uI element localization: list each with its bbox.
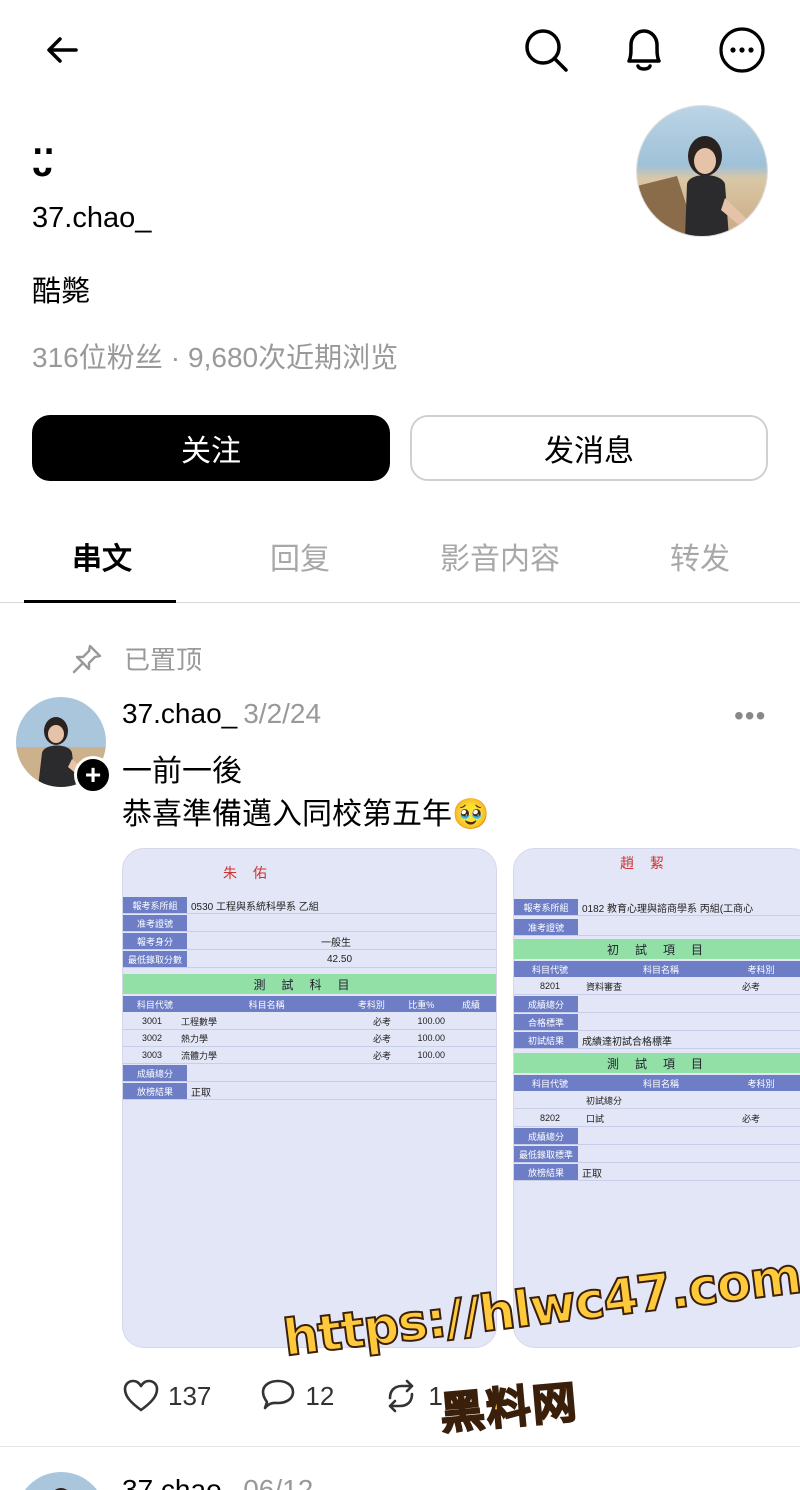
profile-username: 37.chao_ bbox=[32, 202, 152, 234]
doc-row: 報考系所組 0182 教育心理與諮商學系 丙組(工商心 bbox=[514, 899, 800, 916]
post-text-line: 一前一後 bbox=[122, 755, 242, 788]
tab-replies[interactable]: 回复 bbox=[270, 534, 330, 578]
doc-row: 最低錄取分數 42.50 bbox=[123, 951, 496, 968]
doc-subject-row: 8201 資料審查 必考 bbox=[514, 978, 800, 995]
doc-row: 成績總分 bbox=[514, 996, 800, 1013]
doc-row: 初試結果 成績達初試合格標準 bbox=[514, 1032, 800, 1049]
tab-media[interactable]: 影音内容 bbox=[440, 534, 560, 578]
doc-subject-row: 3002 熱力學 必考 100.00 bbox=[123, 1030, 496, 1047]
active-tab-indicator bbox=[24, 600, 176, 603]
more-options-icon[interactable] bbox=[716, 24, 768, 76]
doc-student-name: 朱 佑 bbox=[223, 865, 273, 881]
message-button[interactable]: 发消息 bbox=[410, 415, 768, 481]
followers-count[interactable]: 316位粉丝 bbox=[32, 342, 163, 373]
pinned-indicator: 已置顶 bbox=[70, 640, 202, 677]
like-button[interactable]: 137 bbox=[122, 1378, 211, 1414]
doc-column-headers: 科目代號 科目名稱 考科別 bbox=[514, 961, 800, 977]
post-header: 37.chao_ 3/2/24 bbox=[122, 698, 321, 730]
profile-stats: 316位粉丝 · 9,680次近期浏览 bbox=[32, 336, 398, 376]
post-avatar[interactable] bbox=[16, 1472, 106, 1490]
post-image-1[interactable]: 朱 佑 報考系所組 0530 工程與系統科學系 乙組 准考證號 報考身分 一般生 最… bbox=[122, 848, 497, 1348]
watermark: https://hlwc47.com 黑料网 bbox=[279, 1246, 800, 1442]
profile-avatar[interactable] bbox=[636, 105, 768, 237]
tab-threads[interactable]: 串文 bbox=[72, 534, 132, 578]
doc-section-bar: 測試科目 bbox=[123, 974, 496, 994]
post-username[interactable]: 37.chao_ bbox=[122, 698, 237, 729]
doc-row: 放榜結果 正取 bbox=[514, 1164, 800, 1181]
doc-row: 報考系所組 0530 工程與系統科學系 乙組 bbox=[123, 897, 496, 914]
back-icon[interactable] bbox=[36, 24, 88, 76]
tab-reposts[interactable]: 转发 bbox=[670, 534, 730, 578]
doc-subject-row: 3001 工程數學 必考 100.00 bbox=[123, 1013, 496, 1030]
follow-plus-icon[interactable]: + bbox=[74, 756, 112, 794]
search-icon[interactable] bbox=[520, 24, 572, 76]
doc-section-bar: 測試項目 bbox=[514, 1053, 800, 1073]
doc-row: 放榜結果 正取 bbox=[123, 1083, 496, 1100]
doc-row: 准考證號 bbox=[123, 915, 496, 932]
doc-row: 報考身分 一般生 bbox=[123, 933, 496, 950]
doc-subject-row: 3003 流體力學 必考 100.00 bbox=[123, 1047, 496, 1064]
top-bar bbox=[0, 0, 800, 100]
heart-icon bbox=[123, 1379, 159, 1412]
doc-column-headers: 科目代號 科目名稱 考科別 bbox=[514, 1075, 800, 1091]
doc-subject-row: 初試總分 bbox=[514, 1092, 800, 1109]
post-text: 一前一後 恭喜準備邁入同校第五年🥹 bbox=[122, 750, 489, 836]
profile-bio: 酷斃 bbox=[32, 276, 91, 308]
post-header: 37.chao_ 06/12 bbox=[122, 1474, 313, 1490]
post-more-icon[interactable]: ••• bbox=[734, 700, 766, 732]
like-count: 137 bbox=[168, 1380, 212, 1411]
doc-column-headers: 科目代號 科目名稱 考科別 比重% 成績 bbox=[123, 996, 496, 1012]
views-count: 9,680次近期浏览 bbox=[188, 342, 399, 373]
doc-section-bar: 初試項目 bbox=[514, 939, 800, 959]
post-date: 06/12 bbox=[243, 1474, 314, 1490]
doc-row: 合格標準 bbox=[514, 1014, 800, 1031]
doc-row: 成績總分 bbox=[514, 1128, 800, 1145]
post-text-line: 恭喜準備邁入同校第五年🥹 bbox=[122, 798, 490, 831]
post-username[interactable]: 37.chao_ bbox=[122, 1474, 237, 1490]
bell-icon[interactable] bbox=[618, 24, 670, 76]
watermark-text: 黑料网 bbox=[438, 1377, 582, 1440]
name-emoticon: .. ᴗ bbox=[32, 127, 55, 184]
pin-icon bbox=[72, 644, 102, 673]
doc-row: 成績總分 bbox=[123, 1065, 496, 1082]
doc-row: 最低錄取標準 bbox=[514, 1146, 800, 1163]
pinned-label: 已置顶 bbox=[124, 645, 203, 675]
post-divider bbox=[0, 1446, 800, 1447]
doc-subject-row: 8202 口試 必考 bbox=[514, 1110, 800, 1127]
post-date: 3/2/24 bbox=[243, 698, 322, 729]
profile-tabs: 串文 回复 影音内容 转发 bbox=[0, 510, 800, 603]
follow-button[interactable]: 关注 bbox=[32, 415, 390, 481]
doc-row: 准考證號 bbox=[514, 919, 800, 936]
stats-separator: · bbox=[170, 342, 181, 373]
doc-student-name: 趙 絜 bbox=[620, 855, 670, 871]
